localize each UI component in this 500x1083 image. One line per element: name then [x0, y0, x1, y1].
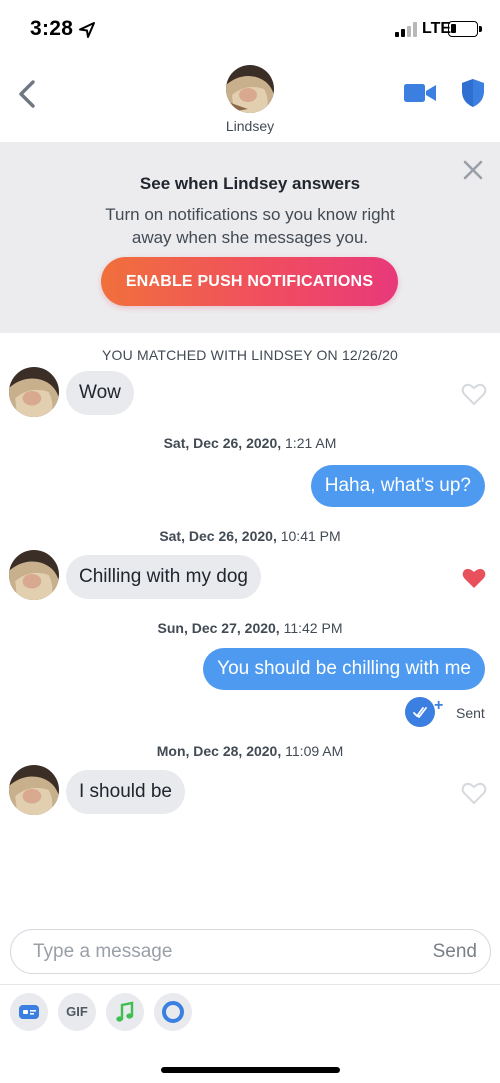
back-chevron-icon[interactable] [14, 78, 42, 110]
notification-banner: See when Lindsey answers Turn on notific… [0, 142, 500, 333]
message-composer: Send [10, 929, 491, 974]
heart-filled-icon[interactable] [461, 566, 487, 590]
timestamp: Sat, Dec 26, 2020, 10:41 PM [159, 528, 341, 544]
read-receipt-icon[interactable] [405, 697, 435, 727]
avatar[interactable] [9, 367, 59, 417]
enable-push-notifications-button[interactable]: ENABLE PUSH NOTIFICATIONS [101, 257, 398, 306]
timestamp: Sat, Dec 26, 2020, 1:21 AM [163, 435, 337, 451]
signal-icon [395, 22, 419, 37]
message-bubble-outgoing[interactable]: You should be chilling with me [203, 648, 485, 690]
location-arrow-icon [79, 22, 95, 38]
loop-icon[interactable] [154, 993, 192, 1031]
status-time: 3:28 [30, 17, 74, 40]
battery-tip [479, 26, 482, 32]
timestamp: Mon, Dec 28, 2020, 11:09 AM [156, 743, 344, 759]
matched-notice: YOU MATCHED WITH LINDSEY ON 12/26/20 [101, 347, 399, 363]
message-bubble-outgoing[interactable]: Haha, what's up? [310, 465, 485, 507]
heart-outline-icon[interactable] [461, 781, 487, 805]
message-input[interactable] [33, 930, 393, 973]
chat-header: Lindsey [0, 56, 500, 142]
sent-status: Sent [456, 705, 485, 721]
avatar[interactable] [9, 550, 59, 600]
sticker-card-icon[interactable] [10, 993, 48, 1031]
avatar[interactable] [226, 65, 274, 113]
timestamp: Sun, Dec 27, 2020, 11:42 PM [157, 620, 343, 636]
status-bar: 3:28 LTE [0, 0, 500, 56]
message-bubble-incoming[interactable]: I should be [66, 770, 185, 814]
network-type: LTE [422, 20, 452, 37]
gif-button[interactable]: GIF [58, 993, 96, 1031]
heart-outline-icon[interactable] [461, 382, 487, 406]
music-note-icon[interactable] [106, 993, 144, 1031]
avatar[interactable] [9, 765, 59, 815]
battery-icon [448, 21, 478, 37]
home-indicator [161, 1067, 340, 1073]
header-name[interactable]: Lindsey [0, 118, 500, 134]
shield-icon[interactable] [460, 78, 486, 108]
divider [0, 984, 500, 985]
banner-body: Turn on notifications so you know right … [105, 205, 395, 247]
video-camera-icon[interactable] [403, 81, 437, 105]
message-bubble-incoming[interactable]: Chilling with my dog [66, 555, 261, 599]
message-bubble-incoming[interactable]: Wow [66, 371, 134, 415]
banner-title: See when Lindsey answers [139, 174, 361, 193]
send-button[interactable]: Send [433, 941, 477, 963]
plus-icon[interactable]: + [434, 697, 443, 715]
